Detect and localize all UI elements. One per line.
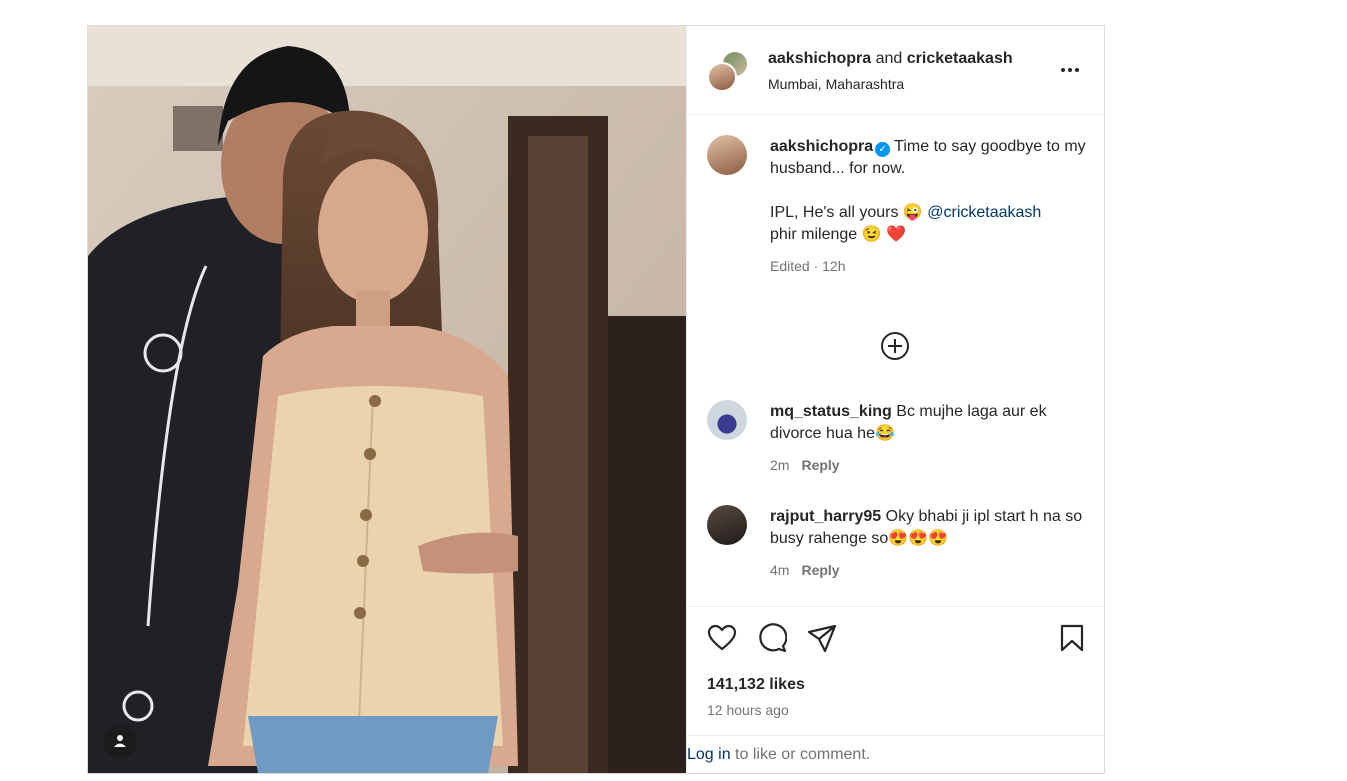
and-text: and <box>875 50 903 67</box>
caption-text: aakshichopra ✓ Time to say goodbye to my h… <box>770 136 1090 246</box>
action-bar <box>687 606 1105 667</box>
like-count[interactable]: 141,132 likes <box>707 676 805 694</box>
heart-icon[interactable] <box>707 623 737 653</box>
comment-username[interactable]: rajput_harry95 <box>770 508 881 525</box>
comments-section[interactable]: aakshichopra ✓ Time to say goodbye to my h… <box>687 115 1105 605</box>
share-icon[interactable] <box>807 623 837 653</box>
mention-link[interactable]: @cricketaakash <box>927 204 1041 221</box>
comment-text: mq_status_king Bc mujhe laga aur ek divo… <box>770 401 1090 445</box>
post-sidebar: aakshichopra and cricketaakash Mumbai, M… <box>686 26 1105 773</box>
comment-meta: 4m Reply <box>770 562 840 578</box>
comment-text: rajput_harry95 Oky bhabi ji ipl start h … <box>770 506 1090 550</box>
reply-button[interactable]: Reply <box>801 457 839 473</box>
login-link[interactable]: Log in <box>687 746 731 763</box>
login-prompt-text: to like or comment. <box>735 746 871 763</box>
more-icon <box>1068 68 1072 72</box>
photo-illustration <box>88 26 686 773</box>
caption-line2: IPL, He's all yours 😜 <box>770 204 923 221</box>
post-timestamp[interactable]: 12 hours ago <box>707 702 789 718</box>
more-icon <box>1061 68 1065 72</box>
author-username[interactable]: aakshichopra <box>768 50 871 67</box>
caption-line3: phir milenge 😉 ❤️ <box>770 226 906 243</box>
caption-username[interactable]: aakshichopra <box>770 138 873 155</box>
post-location[interactable]: Mumbai, Maharashtra <box>768 76 904 92</box>
collab-avatars[interactable] <box>707 50 749 92</box>
comment-username[interactable]: mq_status_king <box>770 403 892 420</box>
add-circle-icon[interactable] <box>880 331 910 361</box>
user-tag-button[interactable] <box>103 724 137 758</box>
login-prompt: Log in to like or comment. <box>687 746 870 764</box>
author-username[interactable]: cricketaakash <box>907 50 1013 67</box>
reply-button[interactable]: Reply <box>801 562 839 578</box>
comment-meta: 2m Reply <box>770 457 840 473</box>
comment-time: 2m <box>770 457 790 473</box>
comment-time: 4m <box>770 562 790 578</box>
user-tag-icon <box>114 735 126 747</box>
comment-icon[interactable] <box>757 623 787 653</box>
post-header: aakshichopra and cricketaakash Mumbai, M… <box>687 26 1105 115</box>
post-card: aakshichopra and cricketaakash Mumbai, M… <box>87 25 1105 774</box>
post-authors: aakshichopra and cricketaakash <box>768 50 1013 68</box>
avatar[interactable] <box>707 505 747 545</box>
caption-meta: Edited · 12h <box>770 258 846 274</box>
verified-badge-icon: ✓ <box>875 142 891 157</box>
post-photo[interactable] <box>88 26 686 773</box>
bookmark-icon[interactable] <box>1057 623 1087 653</box>
avatar <box>707 62 737 92</box>
more-icon <box>1075 68 1079 72</box>
avatar[interactable] <box>707 135 747 175</box>
more-options-button[interactable] <box>1055 60 1085 80</box>
login-footer: Log in to like or comment. <box>687 735 1105 774</box>
avatar[interactable] <box>707 400 747 440</box>
